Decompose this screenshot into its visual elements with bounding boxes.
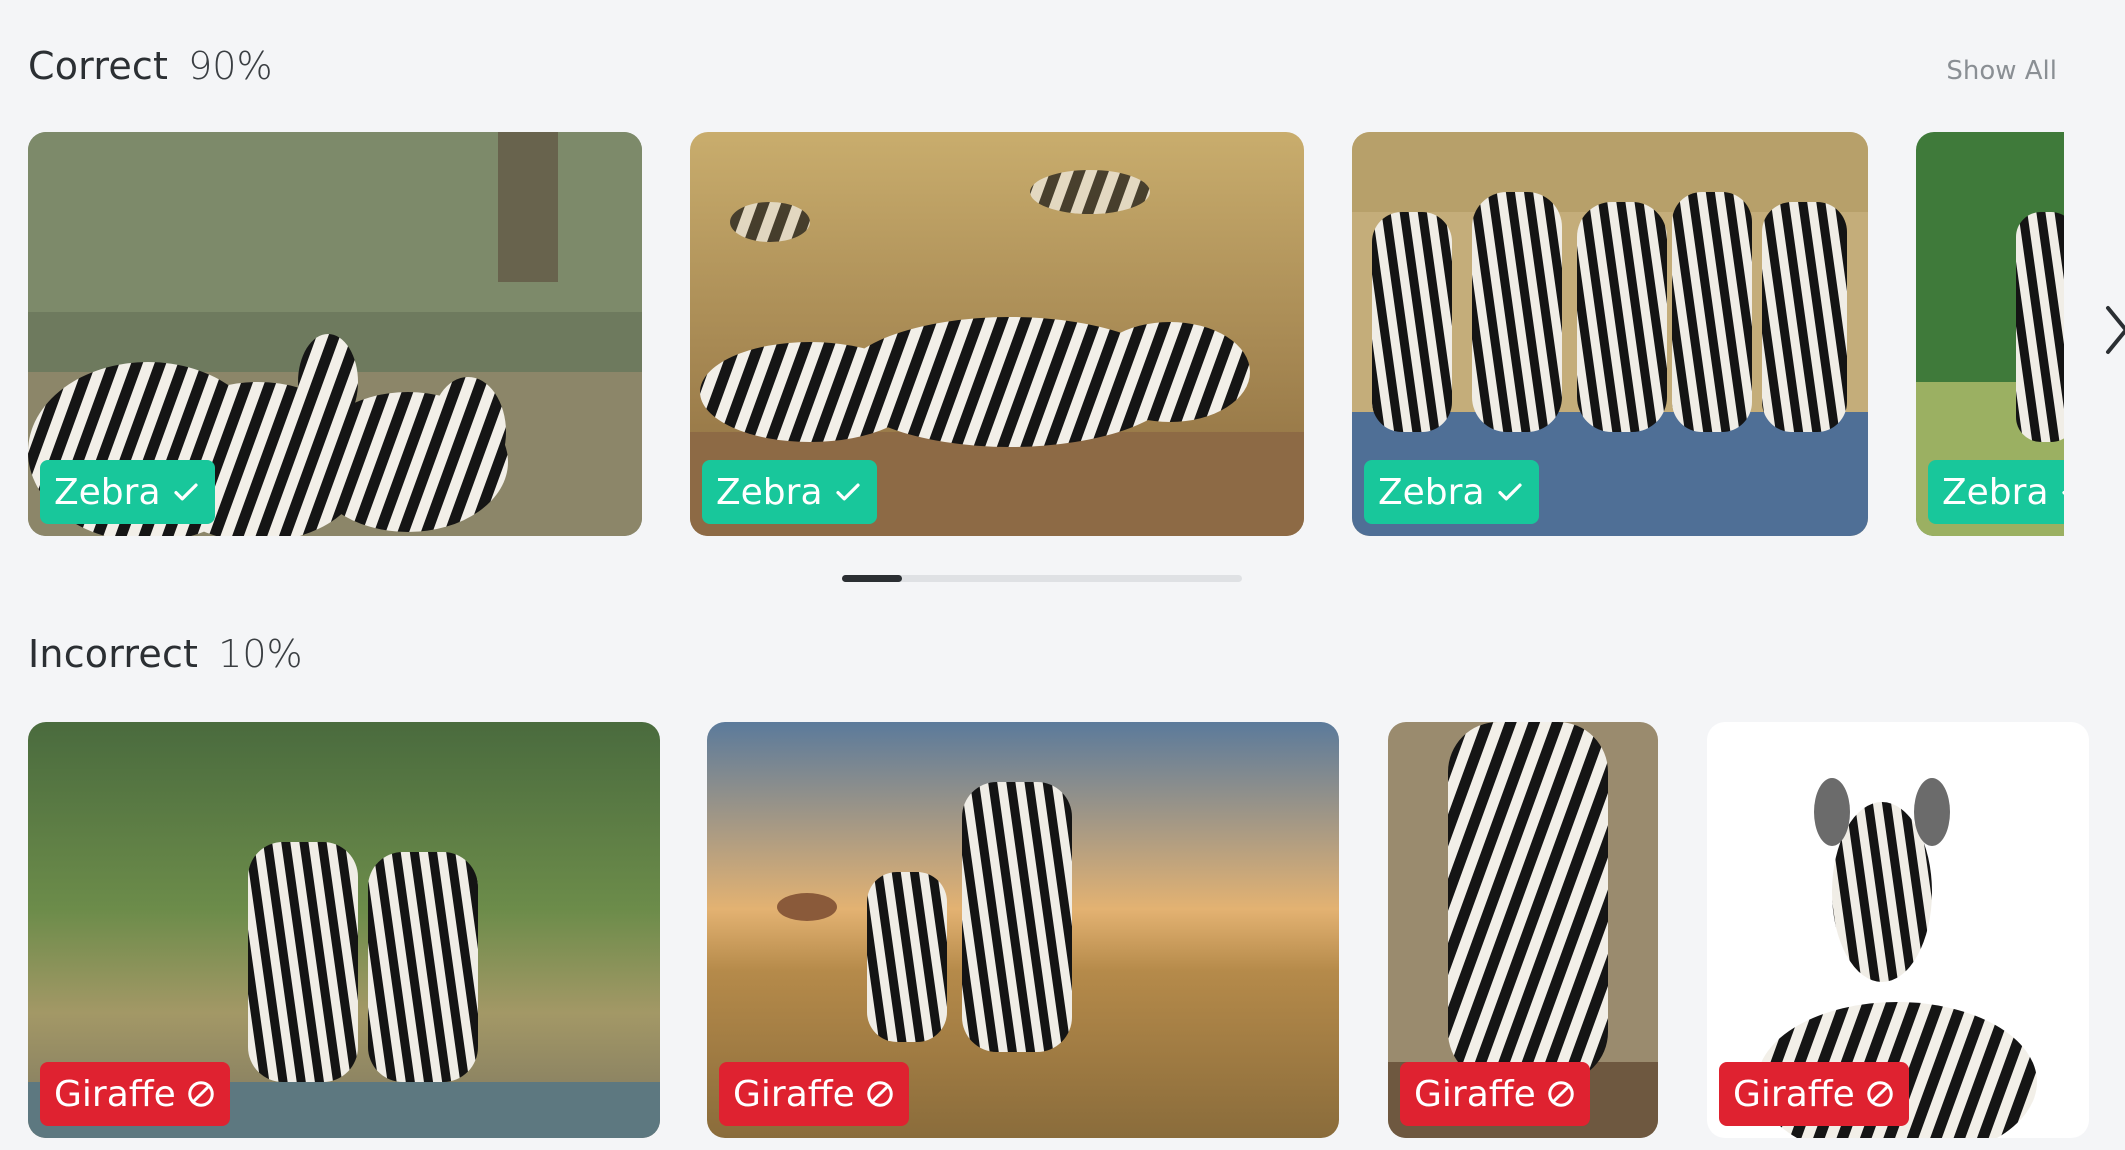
- incorrect-badge: Giraffe: [719, 1062, 909, 1126]
- badge-label: Giraffe: [1414, 1073, 1536, 1115]
- incorrect-section: Incorrect 10% Giraffe Giraffe Giraffe Gi…: [0, 620, 2125, 1150]
- badge-label: Zebra: [54, 471, 161, 513]
- badge-label: Zebra: [1378, 471, 1485, 513]
- badge-label: Zebra: [716, 471, 823, 513]
- badge-label: Zebra: [1942, 471, 2049, 513]
- correct-card-1[interactable]: Zebra: [28, 132, 642, 536]
- chevron-right-icon[interactable]: [2104, 300, 2125, 360]
- correct-title: Correct: [28, 44, 169, 88]
- correct-percent: 90%: [188, 44, 273, 88]
- correct-badge: Zebra: [1364, 460, 1539, 524]
- correct-card-4[interactable]: Zebra: [1916, 132, 2064, 536]
- checkmark-icon: [1497, 483, 1522, 501]
- correct-header: Correct 90%: [28, 44, 273, 88]
- checkmark-icon: [835, 483, 860, 501]
- incorrect-percent: 10%: [218, 632, 303, 676]
- correct-carousel[interactable]: Zebra Zebra Zebra Zebra: [28, 132, 2064, 536]
- incorrect-badge: Giraffe: [1719, 1062, 1909, 1126]
- correct-badge: Zebra: [1928, 460, 2064, 524]
- incorrect-card-4[interactable]: Giraffe: [1707, 722, 2089, 1138]
- incorrect-card-1[interactable]: Giraffe: [28, 722, 660, 1138]
- incorrect-header: Incorrect 10%: [28, 632, 303, 676]
- prohibited-icon: [1547, 1081, 1574, 1107]
- incorrect-title: Incorrect: [28, 632, 199, 676]
- prohibited-icon: [1866, 1081, 1893, 1107]
- correct-badge: Zebra: [40, 460, 215, 524]
- correct-card-2[interactable]: Zebra: [690, 132, 1304, 536]
- badge-label: Giraffe: [733, 1073, 855, 1115]
- incorrect-carousel[interactable]: Giraffe Giraffe Giraffe Giraffe: [28, 722, 2108, 1138]
- correct-section: Correct 90% Show All Zebra Zebra Zebra Z…: [0, 0, 2125, 620]
- correct-card-3[interactable]: Zebra: [1352, 132, 1868, 536]
- incorrect-card-3[interactable]: Giraffe: [1388, 722, 1658, 1138]
- incorrect-badge: Giraffe: [40, 1062, 230, 1126]
- carousel-scroll-thumb[interactable]: [842, 575, 902, 582]
- badge-label: Giraffe: [54, 1073, 176, 1115]
- prohibited-icon: [187, 1081, 214, 1107]
- carousel-scrollbar[interactable]: [842, 575, 1242, 582]
- prohibited-icon: [866, 1081, 893, 1107]
- incorrect-badge: Giraffe: [1400, 1062, 1590, 1126]
- checkmark-icon: [173, 483, 198, 501]
- show-all-button[interactable]: Show All: [1946, 56, 2057, 86]
- correct-badge: Zebra: [702, 460, 877, 524]
- incorrect-card-2[interactable]: Giraffe: [707, 722, 1339, 1138]
- checkmark-icon: [2061, 491, 2064, 496]
- badge-label: Giraffe: [1733, 1073, 1855, 1115]
